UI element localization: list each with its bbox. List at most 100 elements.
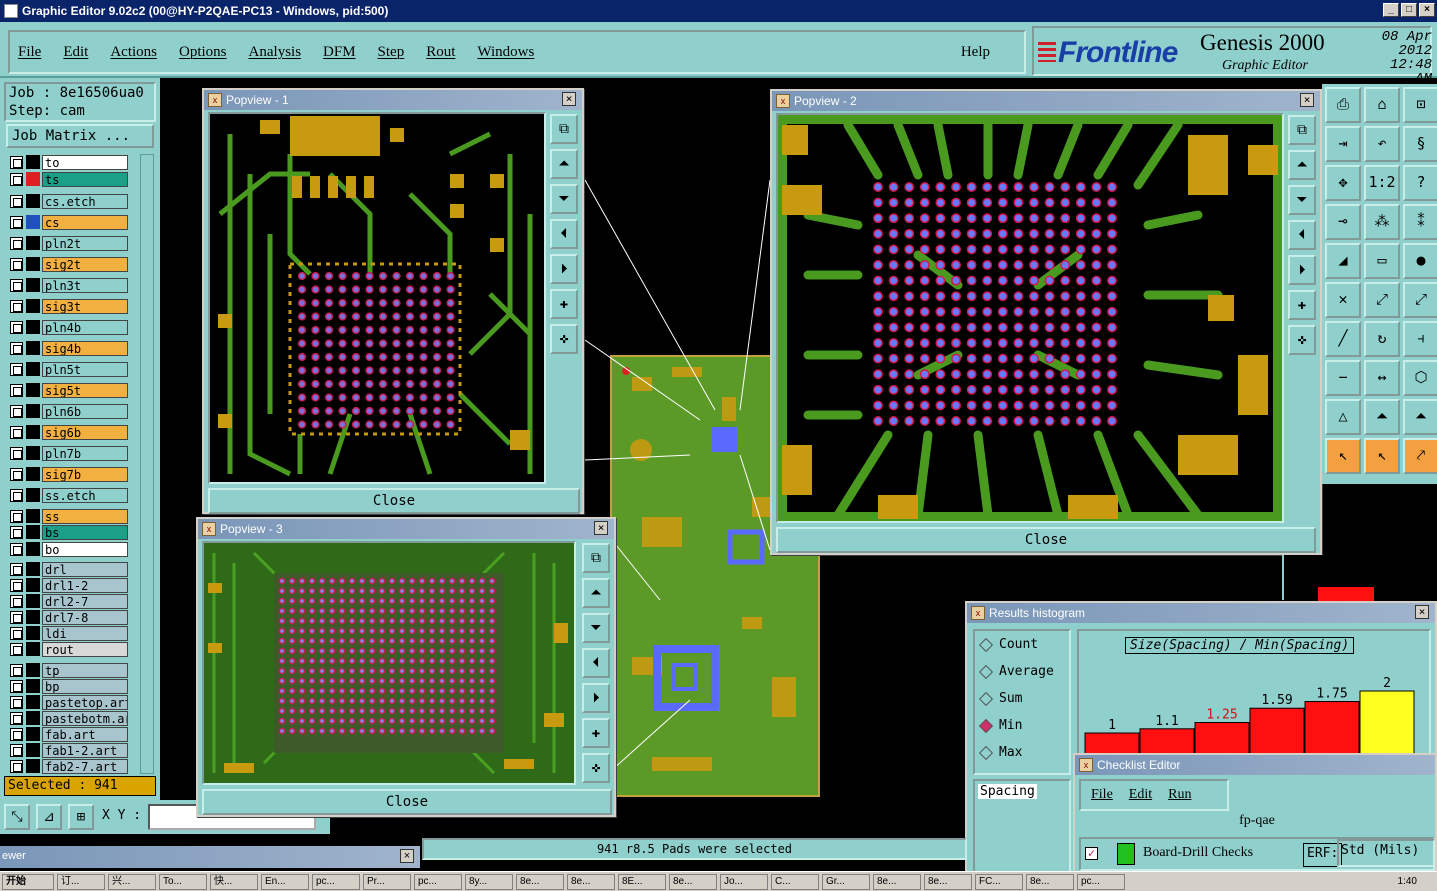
resize-icon[interactable]: ↔ xyxy=(1364,360,1400,396)
menu-rout[interactable]: Rout xyxy=(426,44,455,61)
popview-3-close-button[interactable]: Close xyxy=(202,789,612,815)
layer-row-fab.art[interactable]: fab.art xyxy=(6,726,128,742)
layer-checkbox[interactable] xyxy=(10,626,23,640)
taskbar-task[interactable]: Pr... xyxy=(363,873,411,890)
layer-row-drl2-7[interactable]: drl2-7 xyxy=(6,593,128,609)
pan-right-icon[interactable]: ⏵ xyxy=(582,683,610,713)
histogram-list[interactable]: Spacing xyxy=(973,779,1071,879)
triangle-icon[interactable]: △ xyxy=(1325,399,1361,435)
pan-left-icon[interactable]: ⏴ xyxy=(550,219,578,249)
checklist-row[interactable]: ✓ Board-Drill Checks ERF: Std (Mils) xyxy=(1079,837,1435,871)
layer-row-bs[interactable]: bs xyxy=(6,524,128,540)
select-icon[interactable]: ↖ xyxy=(1325,438,1361,474)
menu-help[interactable]: Help xyxy=(961,44,990,61)
arc-icon[interactable]: ↻ xyxy=(1364,321,1400,357)
layer-row-sig4b[interactable]: sig4b xyxy=(6,340,128,356)
window-icon[interactable]: ⊡ xyxy=(1403,87,1437,123)
layer-checkbox[interactable] xyxy=(10,642,23,656)
viewer-close-icon[interactable]: × xyxy=(400,849,414,863)
maximize-button[interactable]: □ xyxy=(1401,3,1417,17)
layer-row-sig3t[interactable]: sig3t xyxy=(6,298,128,314)
histogram-close-icon[interactable]: × xyxy=(1415,605,1429,619)
net-icon[interactable]: ⁂ xyxy=(1364,204,1400,240)
export-icon[interactable]: ⇥ xyxy=(1325,126,1361,162)
layer-checkbox[interactable] xyxy=(10,578,23,592)
net-filter-icon[interactable]: ⁑ xyxy=(1403,204,1437,240)
popview-1-close-icon[interactable]: × xyxy=(562,92,576,106)
layer-checkbox[interactable] xyxy=(10,727,23,741)
layer-checkbox[interactable] xyxy=(10,711,23,725)
popview-1-canvas[interactable] xyxy=(208,112,546,484)
menu-step[interactable]: Step xyxy=(378,44,405,61)
start-button[interactable]: 开始 xyxy=(2,873,54,890)
layer-checkbox[interactable] xyxy=(10,278,23,292)
zoom-out-icon[interactable]: ✜ xyxy=(550,324,578,354)
checklist-menu-file[interactable]: File xyxy=(1091,787,1113,803)
fit-icon[interactable]: ⧉ xyxy=(1288,115,1316,145)
pan-up-icon[interactable]: ⏶ xyxy=(550,149,578,179)
taskbar-task[interactable]: Jo... xyxy=(720,873,768,890)
checklist-menu-run[interactable]: Run xyxy=(1168,787,1191,803)
layer-row-sig6b[interactable]: sig6b xyxy=(6,424,128,440)
zoom-box-icon[interactable]: ⤡ xyxy=(4,804,30,830)
popview-2-titlebar[interactable]: x Popview - 2 xyxy=(772,91,1320,111)
layer-row-sig2t[interactable]: sig2t xyxy=(6,256,128,272)
taskbar-task[interactable]: 8y... xyxy=(465,873,513,890)
line-icon[interactable]: ╱ xyxy=(1325,321,1361,357)
taskbar-task[interactable]: 8e... xyxy=(924,873,972,890)
layer-row-ldi[interactable]: ldi xyxy=(6,625,128,641)
undo-icon[interactable]: ↶ xyxy=(1364,126,1400,162)
shapes-icon[interactable]: ⬡ xyxy=(1403,360,1437,396)
grid-icon[interactable]: ⊞ xyxy=(68,804,94,830)
taskbar-task[interactable]: En... xyxy=(261,873,309,890)
layer-row-cs.etch[interactable]: cs.etch xyxy=(6,193,128,209)
zoom-in-icon[interactable]: ✚ xyxy=(1288,290,1316,320)
option-min[interactable]: Min xyxy=(978,718,1022,733)
taskbar-task[interactable]: 订... xyxy=(57,873,105,890)
taskbar-task[interactable]: pc... xyxy=(414,873,462,890)
taskbar-task[interactable]: 8e... xyxy=(873,873,921,890)
popview-3-close-icon[interactable]: × xyxy=(594,521,608,535)
layer-checkbox[interactable] xyxy=(10,509,23,523)
layer-checkbox[interactable] xyxy=(10,663,23,677)
option-count[interactable]: Count xyxy=(978,637,1038,652)
triangle-up-icon[interactable]: ⏶ xyxy=(1364,399,1400,435)
move-icon[interactable]: ✥ xyxy=(1325,165,1361,201)
option-average[interactable]: Average xyxy=(978,664,1054,679)
flip-icon[interactable]: ⫞ xyxy=(1403,321,1437,357)
layer-row-ts[interactable]: ts xyxy=(6,171,128,187)
list-item-spacing[interactable]: Spacing xyxy=(978,784,1037,799)
popview-2-canvas[interactable] xyxy=(776,113,1284,523)
layer-row-fab2-7.art[interactable]: fab2-7.art xyxy=(6,758,128,774)
popview-1-titlebar[interactable]: x Popview - 1 xyxy=(204,90,582,110)
pan-left-icon[interactable]: ⏴ xyxy=(582,648,610,678)
layer-checkbox[interactable] xyxy=(10,341,23,355)
layer-checkbox[interactable] xyxy=(10,743,23,757)
layer-checkbox[interactable] xyxy=(10,542,23,556)
layer-row-ss[interactable]: ss xyxy=(6,508,128,524)
taskbar-task[interactable]: C... xyxy=(771,873,819,890)
layer-row-pln7b[interactable]: pln7b xyxy=(6,445,128,461)
layer-row-pln6b[interactable]: pln6b xyxy=(6,403,128,419)
taskbar-task[interactable]: 兴... xyxy=(108,873,156,890)
layer-row-sig7b[interactable]: sig7b xyxy=(6,466,128,482)
taskbar-task[interactable]: 8e... xyxy=(1026,873,1074,890)
layer-checkbox[interactable] xyxy=(10,525,23,539)
layer-row-pastebotm.ar[interactable]: pastebotm.ar xyxy=(6,710,128,726)
layer-row-drl7-8[interactable]: drl7-8 xyxy=(6,609,128,625)
probe-icon[interactable]: ⊸ xyxy=(1325,204,1361,240)
pan-left-icon[interactable]: ⏴ xyxy=(1288,220,1316,250)
color-icon[interactable]: ◢ xyxy=(1325,243,1361,279)
layer-row-pastetop.art[interactable]: pastetop.art xyxy=(6,694,128,710)
checklist-menu-edit[interactable]: Edit xyxy=(1129,787,1152,803)
layer-row-drl[interactable]: drl xyxy=(6,561,128,577)
fit-icon[interactable]: ⧉ xyxy=(582,543,610,573)
layer-row-bo[interactable]: bo xyxy=(6,541,128,557)
taskbar-task[interactable]: FC... xyxy=(975,873,1023,890)
layer-checkbox[interactable] xyxy=(10,362,23,376)
layer-row-sig5t[interactable]: sig5t xyxy=(6,382,128,398)
menu-edit[interactable]: Edit xyxy=(63,44,88,61)
scale-icon[interactable]: 1:2 xyxy=(1364,165,1400,201)
zoom-in-icon[interactable]: ✚ xyxy=(550,289,578,319)
menu-windows[interactable]: Windows xyxy=(477,44,534,61)
